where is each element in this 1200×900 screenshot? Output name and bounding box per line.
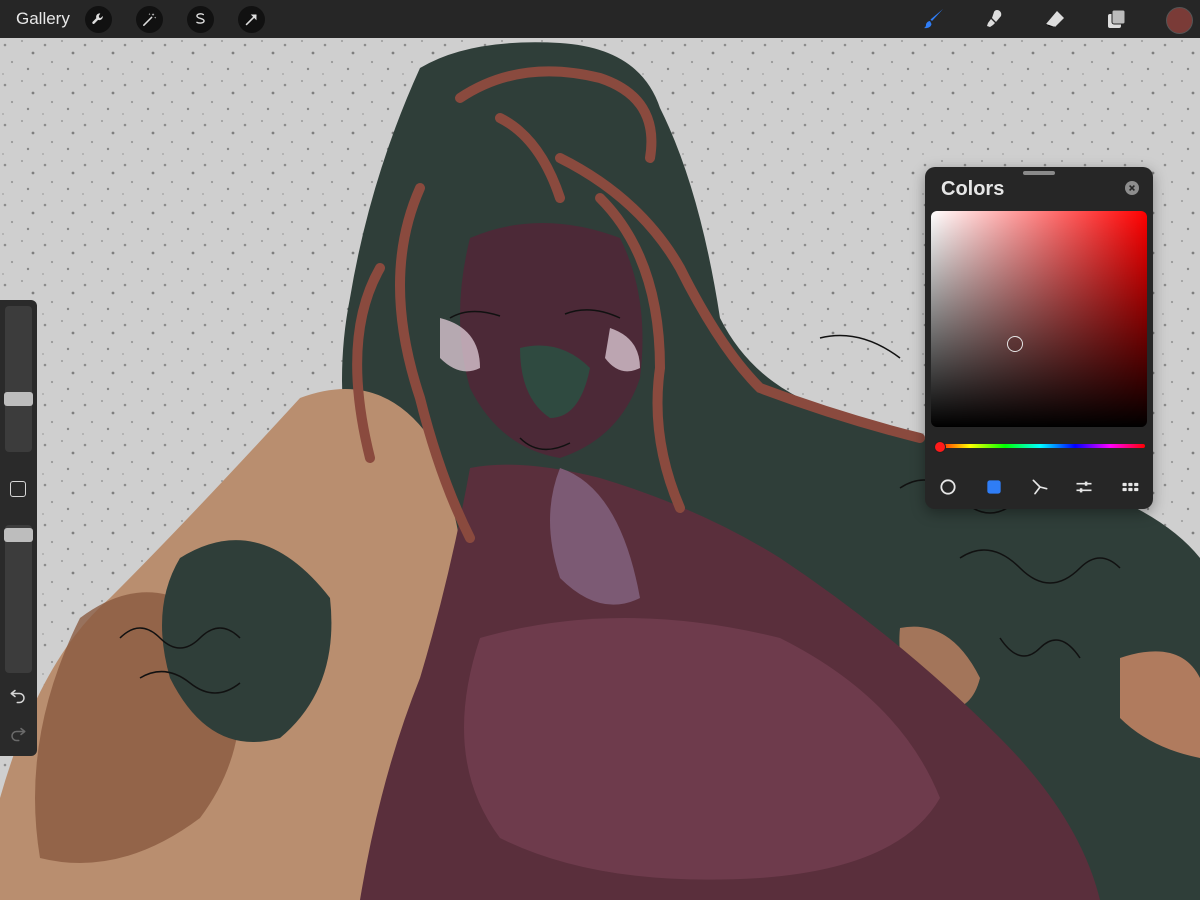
eraser-icon[interactable]: [1041, 5, 1069, 33]
colors-panel: Colors: [925, 167, 1153, 509]
top-toolbar: Gallery: [0, 0, 1200, 38]
layers-icon[interactable]: [1103, 5, 1131, 33]
transform-arrow-icon[interactable]: [238, 6, 265, 33]
modify-square-icon[interactable]: [10, 481, 26, 497]
magic-wand-icon[interactable]: [136, 6, 163, 33]
color-mode-tabs: [925, 476, 1153, 498]
value-sliders-icon[interactable]: [1073, 476, 1095, 498]
disc-icon[interactable]: [937, 476, 959, 498]
opacity-thumb[interactable]: [4, 528, 33, 542]
redo-icon[interactable]: [9, 724, 27, 742]
harmony-icon[interactable]: [1029, 476, 1051, 498]
opacity-slider[interactable]: [4, 525, 33, 673]
undo-icon[interactable]: [9, 686, 27, 704]
brush-icon[interactable]: [920, 5, 948, 33]
wrench-icon[interactable]: [85, 6, 112, 33]
active-color-swatch[interactable]: [1166, 7, 1193, 34]
panel-grabber[interactable]: [1023, 171, 1055, 175]
palettes-grid-icon[interactable]: [1119, 476, 1141, 498]
hue-slider[interactable]: [935, 444, 1145, 448]
color-picker-cursor[interactable]: [1007, 336, 1023, 352]
close-icon[interactable]: [1125, 181, 1139, 195]
panel-title: Colors: [941, 178, 1005, 200]
classic-square-icon[interactable]: [983, 476, 1005, 498]
brush-size-slider[interactable]: [4, 306, 33, 452]
selection-icon[interactable]: [187, 6, 214, 33]
hue-slider-thumb[interactable]: [934, 441, 946, 453]
left-sidebar: [0, 300, 37, 756]
brush-size-thumb[interactable]: [4, 392, 33, 406]
gallery-button[interactable]: Gallery: [16, 9, 70, 29]
smudge-icon[interactable]: [980, 5, 1008, 33]
saturation-value-picker[interactable]: [931, 211, 1147, 427]
